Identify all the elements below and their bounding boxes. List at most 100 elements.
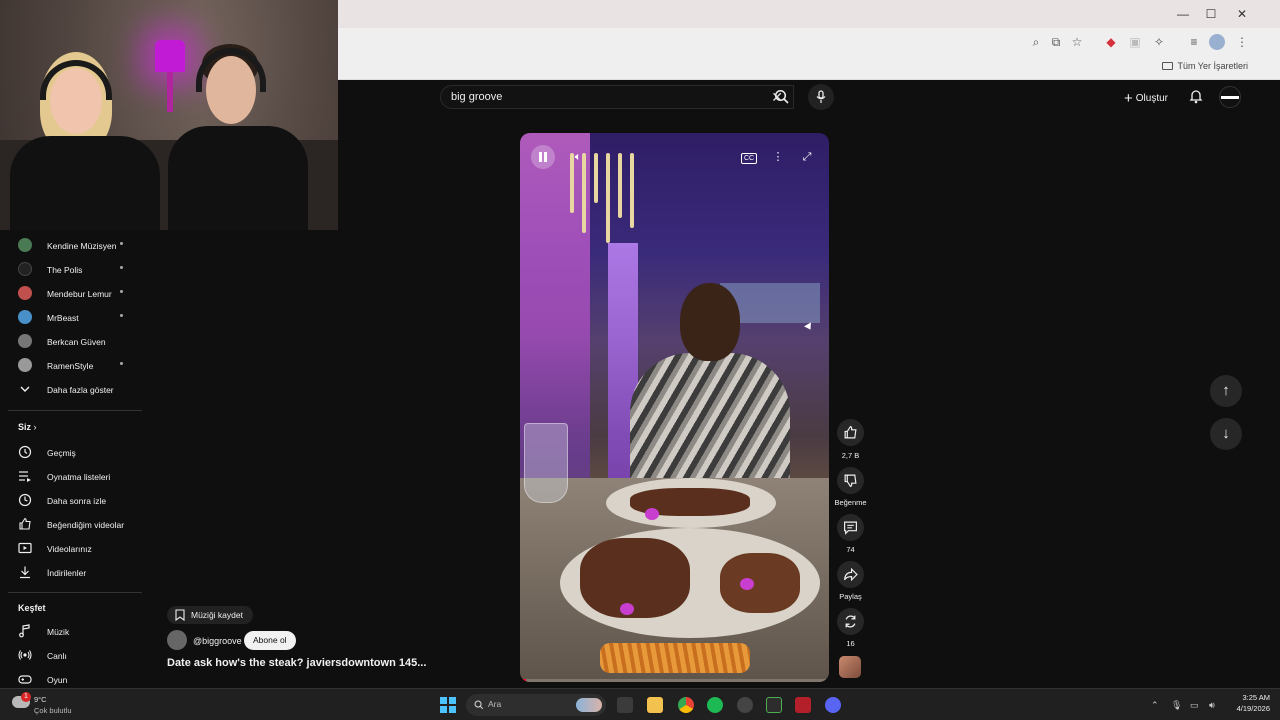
sidebar-item-sub-0[interactable]: Kendine Müzisyen xyxy=(18,234,142,254)
playlist-icon xyxy=(19,471,31,482)
you-section-header[interactable]: Siz › xyxy=(18,422,37,432)
more-options-icon[interactable]: ⋮ xyxy=(767,146,789,168)
chrome-icon[interactable] xyxy=(678,697,694,713)
terminal-icon[interactable] xyxy=(766,697,782,713)
account-avatar[interactable] xyxy=(1219,86,1241,108)
extension-grey-icon[interactable]: ▣ xyxy=(1127,34,1143,50)
progress-bar[interactable] xyxy=(520,679,829,682)
weather-widget[interactable]: 1 9°C Çok bulutlu xyxy=(10,692,100,718)
next-short-button[interactable]: ↓ xyxy=(1210,418,1242,450)
show-more-button[interactable]: Daha fazla göster xyxy=(18,378,142,398)
share-button[interactable] xyxy=(837,561,864,588)
music-icon xyxy=(19,624,30,638)
sidebar-item-live[interactable]: Canlı xyxy=(18,644,142,664)
subscribe-button[interactable]: Abone ol xyxy=(244,631,296,650)
share-label: Paylaş xyxy=(839,592,862,601)
create-button[interactable]: + Oluştur xyxy=(1124,90,1168,107)
sidebar-item-sub-5[interactable]: RamenStyle xyxy=(18,354,142,374)
volume-icon[interactable]: 🔈︎ xyxy=(567,146,589,168)
dislike-button[interactable] xyxy=(837,467,864,494)
microphone-tray-icon[interactable]: 🎙︎ xyxy=(1171,700,1182,711)
profile-icon[interactable] xyxy=(1209,34,1225,50)
sidebar-item-your-videos[interactable]: Videolarınız xyxy=(18,537,142,557)
display-tray-icon[interactable]: ▭ xyxy=(1190,700,1199,711)
new-content-dot xyxy=(120,362,123,365)
menu-dots-icon[interactable]: ⋮ xyxy=(1234,34,1250,50)
comment-icon xyxy=(844,521,857,535)
steam-icon[interactable] xyxy=(737,697,753,713)
sidebar-item-downloads[interactable]: İndirilenler xyxy=(18,561,142,581)
new-content-dot xyxy=(120,266,123,269)
bookmark-star-icon[interactable]: ☆ xyxy=(1069,34,1085,50)
channel-avatar xyxy=(18,334,32,348)
sidebar-item-watch-later[interactable]: Daha sonra izle xyxy=(18,489,142,509)
sidebar-item-history[interactable]: Geçmiş xyxy=(18,441,142,461)
all-bookmarks-link[interactable]: Tüm Yer İşaretleri xyxy=(1162,61,1248,71)
maximize-icon[interactable]: ☐ xyxy=(1202,5,1220,23)
notifications-button[interactable] xyxy=(1188,88,1206,106)
sidebar-item-sub-4[interactable]: Berkcan Güven xyxy=(18,330,142,350)
folder-icon xyxy=(1162,62,1174,70)
fullscreen-icon[interactable]: ⤢ xyxy=(796,146,818,168)
search-input[interactable]: big groove xyxy=(451,91,502,103)
notification-badge: 1 xyxy=(21,692,31,702)
comment-count: 74 xyxy=(846,545,855,554)
sidebar-item-label: Geçmiş xyxy=(47,448,76,458)
streamer-right xyxy=(168,42,308,230)
sidebar-item-playlists[interactable]: Oynatma listeleri xyxy=(18,465,142,485)
share-icon xyxy=(844,567,858,582)
sidebar-item-label: RamenStyle xyxy=(47,361,94,371)
volume-tray-icon[interactable]: 🔊︎ xyxy=(1209,700,1215,711)
start-button[interactable] xyxy=(440,697,456,713)
you-header-label: Siz xyxy=(18,422,32,432)
remix-button[interactable] xyxy=(837,608,864,635)
taskbar-clock[interactable]: 3:25 AM 4/19/2026 xyxy=(1226,692,1270,714)
media-app-icon[interactable] xyxy=(795,697,811,713)
create-label: Oluştur xyxy=(1135,93,1168,104)
thumbs-up-icon xyxy=(19,517,31,530)
search-button[interactable] xyxy=(768,85,798,109)
file-explorer-icon[interactable] xyxy=(647,697,663,713)
close-window-icon[interactable]: ✕ xyxy=(1233,5,1251,23)
search-box[interactable]: big groove ✕ xyxy=(440,85,794,109)
sidebar-item-liked[interactable]: Beğendiğim videolar xyxy=(18,513,142,533)
bookmark-icon xyxy=(175,609,185,621)
sidebar-item-gaming[interactable]: Oyun xyxy=(18,668,142,688)
comments-button[interactable] xyxy=(837,514,864,541)
sidebar-item-sub-2[interactable]: Mendebur Lemur xyxy=(18,282,142,302)
pause-button[interactable] xyxy=(531,145,555,169)
arrow-down-icon: ↓ xyxy=(1222,425,1230,442)
sidebar-item-label: Kendine Müzisyen xyxy=(47,241,117,251)
tray-overflow-icon[interactable]: ⌃ xyxy=(1151,700,1159,711)
sidebar-item-sub-1[interactable]: The Polis xyxy=(18,258,142,278)
chevron-right-icon: › xyxy=(33,422,37,432)
task-view-icon[interactable] xyxy=(617,697,633,713)
search-icon xyxy=(774,89,789,104)
scene-steak xyxy=(720,553,800,613)
sidebar-item-label: İndirilenler xyxy=(47,568,87,578)
scene-flower xyxy=(620,603,634,615)
save-music-button[interactable]: Müziği kaydet xyxy=(167,606,253,624)
previous-short-button[interactable]: ↑ xyxy=(1210,375,1242,407)
sound-thumbnail[interactable] xyxy=(839,656,861,678)
captions-icon[interactable]: CC xyxy=(738,146,760,168)
spotify-icon[interactable] xyxy=(707,697,723,713)
sidebar-item-music[interactable]: Müzik xyxy=(18,620,142,640)
taskbar-search[interactable]: Ara xyxy=(466,694,606,716)
sidebar-item-label: Videolarınız xyxy=(47,544,92,554)
zoom-icon[interactable]: ⌕ xyxy=(1028,34,1044,50)
install-icon[interactable]: ⧉ xyxy=(1048,34,1064,50)
sidebar-item-sub-3[interactable]: MrBeast xyxy=(18,306,142,326)
extension-red-icon[interactable]: ◆ xyxy=(1103,34,1119,50)
short-title[interactable]: Date ask how's the steak? javiersdowntow… xyxy=(167,657,426,669)
voice-search-button[interactable] xyxy=(808,84,834,110)
channel-avatar[interactable] xyxy=(167,630,187,650)
like-button[interactable] xyxy=(837,419,864,446)
media-control-icon[interactable]: ≡ xyxy=(1186,34,1202,50)
channel-handle[interactable]: @biggroove xyxy=(193,636,242,646)
extensions-puzzle-icon[interactable]: ✧ xyxy=(1151,34,1167,50)
short-video-player[interactable]: 🔈︎ CC ⋮ ⤢ xyxy=(520,133,829,682)
minimize-icon[interactable]: — xyxy=(1174,5,1192,23)
scene-flower xyxy=(645,508,659,520)
discord-icon[interactable] xyxy=(825,697,841,713)
